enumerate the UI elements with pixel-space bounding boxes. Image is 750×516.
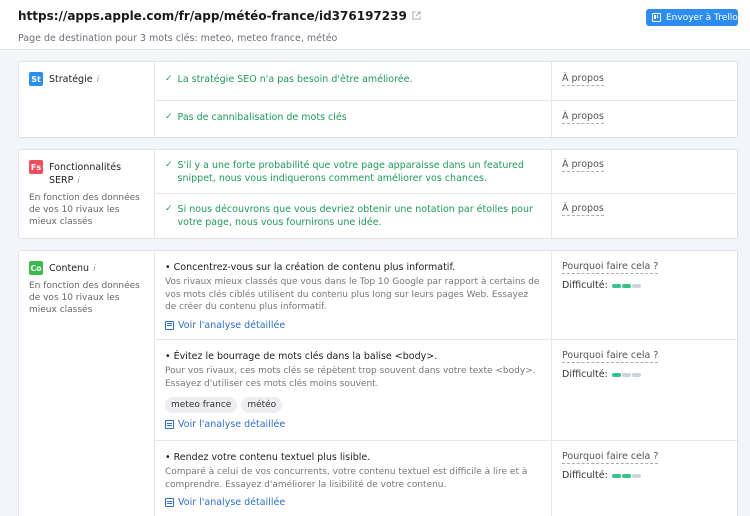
info-icon[interactable]: i	[97, 75, 100, 85]
tip-text: Pour vos rivaux, ces mots clés se répète…	[165, 366, 536, 389]
tip-title: • Concentrez-vous sur la création de con…	[165, 262, 456, 273]
why-link[interactable]: Pourquoi faire cela ?	[562, 451, 659, 464]
difficulty-label: Difficulté:	[562, 280, 608, 291]
about-link[interactable]: À propos	[562, 159, 604, 172]
content-tip-side: Pourquoi faire cela ? Difficulté:	[552, 251, 737, 339]
difficulty-indicator: Difficulté:	[562, 369, 727, 380]
strategy-row-side: À propos	[552, 62, 737, 100]
difficulty-bar	[611, 372, 641, 377]
strategy-category: St Stratégie i	[19, 62, 155, 137]
serp-row-main: ✓ S'il y a une forte probabilité que votr…	[155, 150, 552, 193]
keyword-tags: meteo france météo	[165, 397, 541, 413]
difficulty-segment	[621, 283, 631, 288]
report-icon	[165, 498, 174, 507]
difficulty-segment	[621, 372, 631, 377]
report-icon	[165, 420, 174, 429]
difficulty-segment	[611, 372, 621, 377]
difficulty-indicator: Difficulté:	[562, 280, 727, 291]
page-subtitle: Page de destination pour 3 mots clés: me…	[18, 33, 338, 44]
serp-badge: Fs	[29, 160, 43, 174]
keyword-tag[interactable]: meteo france	[165, 397, 238, 413]
detailed-analysis-link[interactable]: Voir l'analyse détaillée	[165, 497, 541, 508]
content-title: Contenu	[49, 263, 90, 274]
tip-text: Vos rivaux mieux classés que vous dans l…	[165, 277, 540, 312]
tip-title: • Rendez votre contenu textuel plus lisi…	[165, 452, 371, 463]
strategy-row: ✓ La stratégie SEO n'a pas besoin d'être …	[155, 62, 737, 101]
report-icon	[165, 320, 174, 330]
tip-title: • Évitez le bourrage de mots clés dans l…	[165, 351, 438, 362]
strategy-badge: St	[29, 72, 43, 86]
strategy-row-side: À propos	[552, 101, 737, 139]
difficulty-segment	[631, 283, 641, 288]
tip-text: Comparé à celui de vos concurrents, votr…	[165, 467, 528, 490]
strategy-title: Stratégie	[49, 74, 93, 85]
difficulty-indicator: Difficulté:	[562, 470, 727, 481]
content-tip-side: Pourquoi faire cela ? Difficulté:	[552, 441, 737, 516]
content-tip-row: • Concentrez-vous sur la création de con…	[155, 251, 737, 340]
difficulty-segment	[631, 473, 641, 478]
strategy-row-text: Pas de cannibalisation de mots clés	[177, 112, 347, 123]
strategy-row-text: La stratégie SEO n'a pas besoin d'être a…	[177, 74, 413, 85]
strategy-row-main: ✓ Pas de cannibalisation de mots clés	[155, 101, 552, 139]
difficulty-segment	[611, 473, 621, 478]
check-icon: ✓	[165, 204, 173, 214]
content-tip-main: • Rendez votre contenu textuel plus lisi…	[155, 441, 552, 516]
send-to-trello-label: Envoyer à Trello	[666, 12, 738, 23]
difficulty-segment	[611, 283, 621, 288]
strategy-row-main: ✓ La stratégie SEO n'a pas besoin d'être …	[155, 62, 552, 100]
info-icon[interactable]: i	[93, 264, 96, 274]
keyword-tag[interactable]: météo	[241, 397, 283, 413]
check-icon: ✓	[165, 74, 173, 84]
detailed-analysis-link[interactable]: Voir l'analyse détaillée	[165, 419, 541, 430]
strategy-row: ✓ Pas de cannibalisation de mots clés À p…	[155, 101, 737, 139]
content-card: Co Contenu i En fonction des données de v…	[18, 250, 738, 516]
serp-row-side: À propos	[552, 194, 737, 240]
serp-category: Fs Fonctionnalités SERP i En fonction des…	[19, 150, 155, 238]
serp-row-side: À propos	[552, 150, 737, 193]
content-tip-main: • Concentrez-vous sur la création de con…	[155, 251, 552, 339]
serp-row-text: Si nous découvrons que vous devriez obte…	[177, 204, 533, 228]
content-badge: Co	[29, 261, 43, 275]
detailed-analysis-label: Voir l'analyse détaillée	[178, 497, 286, 508]
difficulty-label: Difficulté:	[562, 470, 608, 481]
content-tip-main: • Évitez le bourrage de mots clés dans l…	[155, 340, 552, 440]
difficulty-bar	[611, 283, 641, 288]
external-link-icon[interactable]	[412, 11, 421, 20]
about-link[interactable]: À propos	[562, 203, 604, 216]
difficulty-label: Difficulté:	[562, 369, 608, 380]
content-tip-row: • Évitez le bourrage de mots clés dans l…	[155, 340, 737, 441]
serp-description: En fonction des données de vos 10 rivaux…	[29, 193, 140, 227]
serp-title: Fonctionnalités SERP	[49, 162, 122, 186]
serp-row: ✓ S'il y a une forte probabilité que votr…	[155, 150, 737, 194]
trello-icon	[652, 13, 661, 22]
check-icon: ✓	[165, 112, 173, 122]
content-description: En fonction des données de vos 10 rivaux…	[29, 281, 140, 315]
content-category: Co Contenu i En fonction des données de v…	[19, 251, 155, 516]
why-link[interactable]: Pourquoi faire cela ?	[562, 261, 659, 274]
strategy-card: St Stratégie i ✓ La stratégie SEO n'a pas …	[18, 61, 738, 139]
difficulty-bar	[611, 473, 641, 478]
difficulty-segment	[621, 473, 631, 478]
page-header: https://apps.apple.com/fr/app/météo-fran…	[0, 0, 750, 50]
detailed-analysis-label: Voir l'analyse détaillée	[178, 419, 286, 430]
about-link[interactable]: À propos	[562, 111, 604, 124]
send-to-trello-button[interactable]: Envoyer à Trello	[646, 9, 738, 26]
serp-features-card: Fs Fonctionnalités SERP i En fonction des…	[18, 149, 738, 240]
info-icon[interactable]: i	[77, 176, 80, 186]
why-link[interactable]: Pourquoi faire cela ?	[562, 350, 659, 363]
page-url[interactable]: https://apps.apple.com/fr/app/météo-fran…	[18, 9, 407, 23]
content-tip-row: • Rendez votre contenu textuel plus lisi…	[155, 441, 737, 516]
content-tip-side: Pourquoi faire cela ? Difficulté:	[552, 340, 737, 440]
detailed-analysis-link[interactable]: Voir l'analyse détaillée	[165, 320, 541, 331]
serp-row: ✓ Si nous découvrons que vous devriez obt…	[155, 194, 737, 240]
about-link[interactable]: À propos	[562, 73, 604, 86]
detailed-analysis-label: Voir l'analyse détaillée	[178, 319, 286, 331]
serp-row-text: S'il y a une forte probabilité que votre…	[177, 160, 524, 184]
difficulty-segment	[631, 372, 641, 377]
page-url-title[interactable]: https://apps.apple.com/fr/app/météo-fran…	[18, 9, 421, 23]
serp-row-main: ✓ Si nous découvrons que vous devriez obt…	[155, 194, 552, 240]
check-icon: ✓	[165, 160, 173, 170]
